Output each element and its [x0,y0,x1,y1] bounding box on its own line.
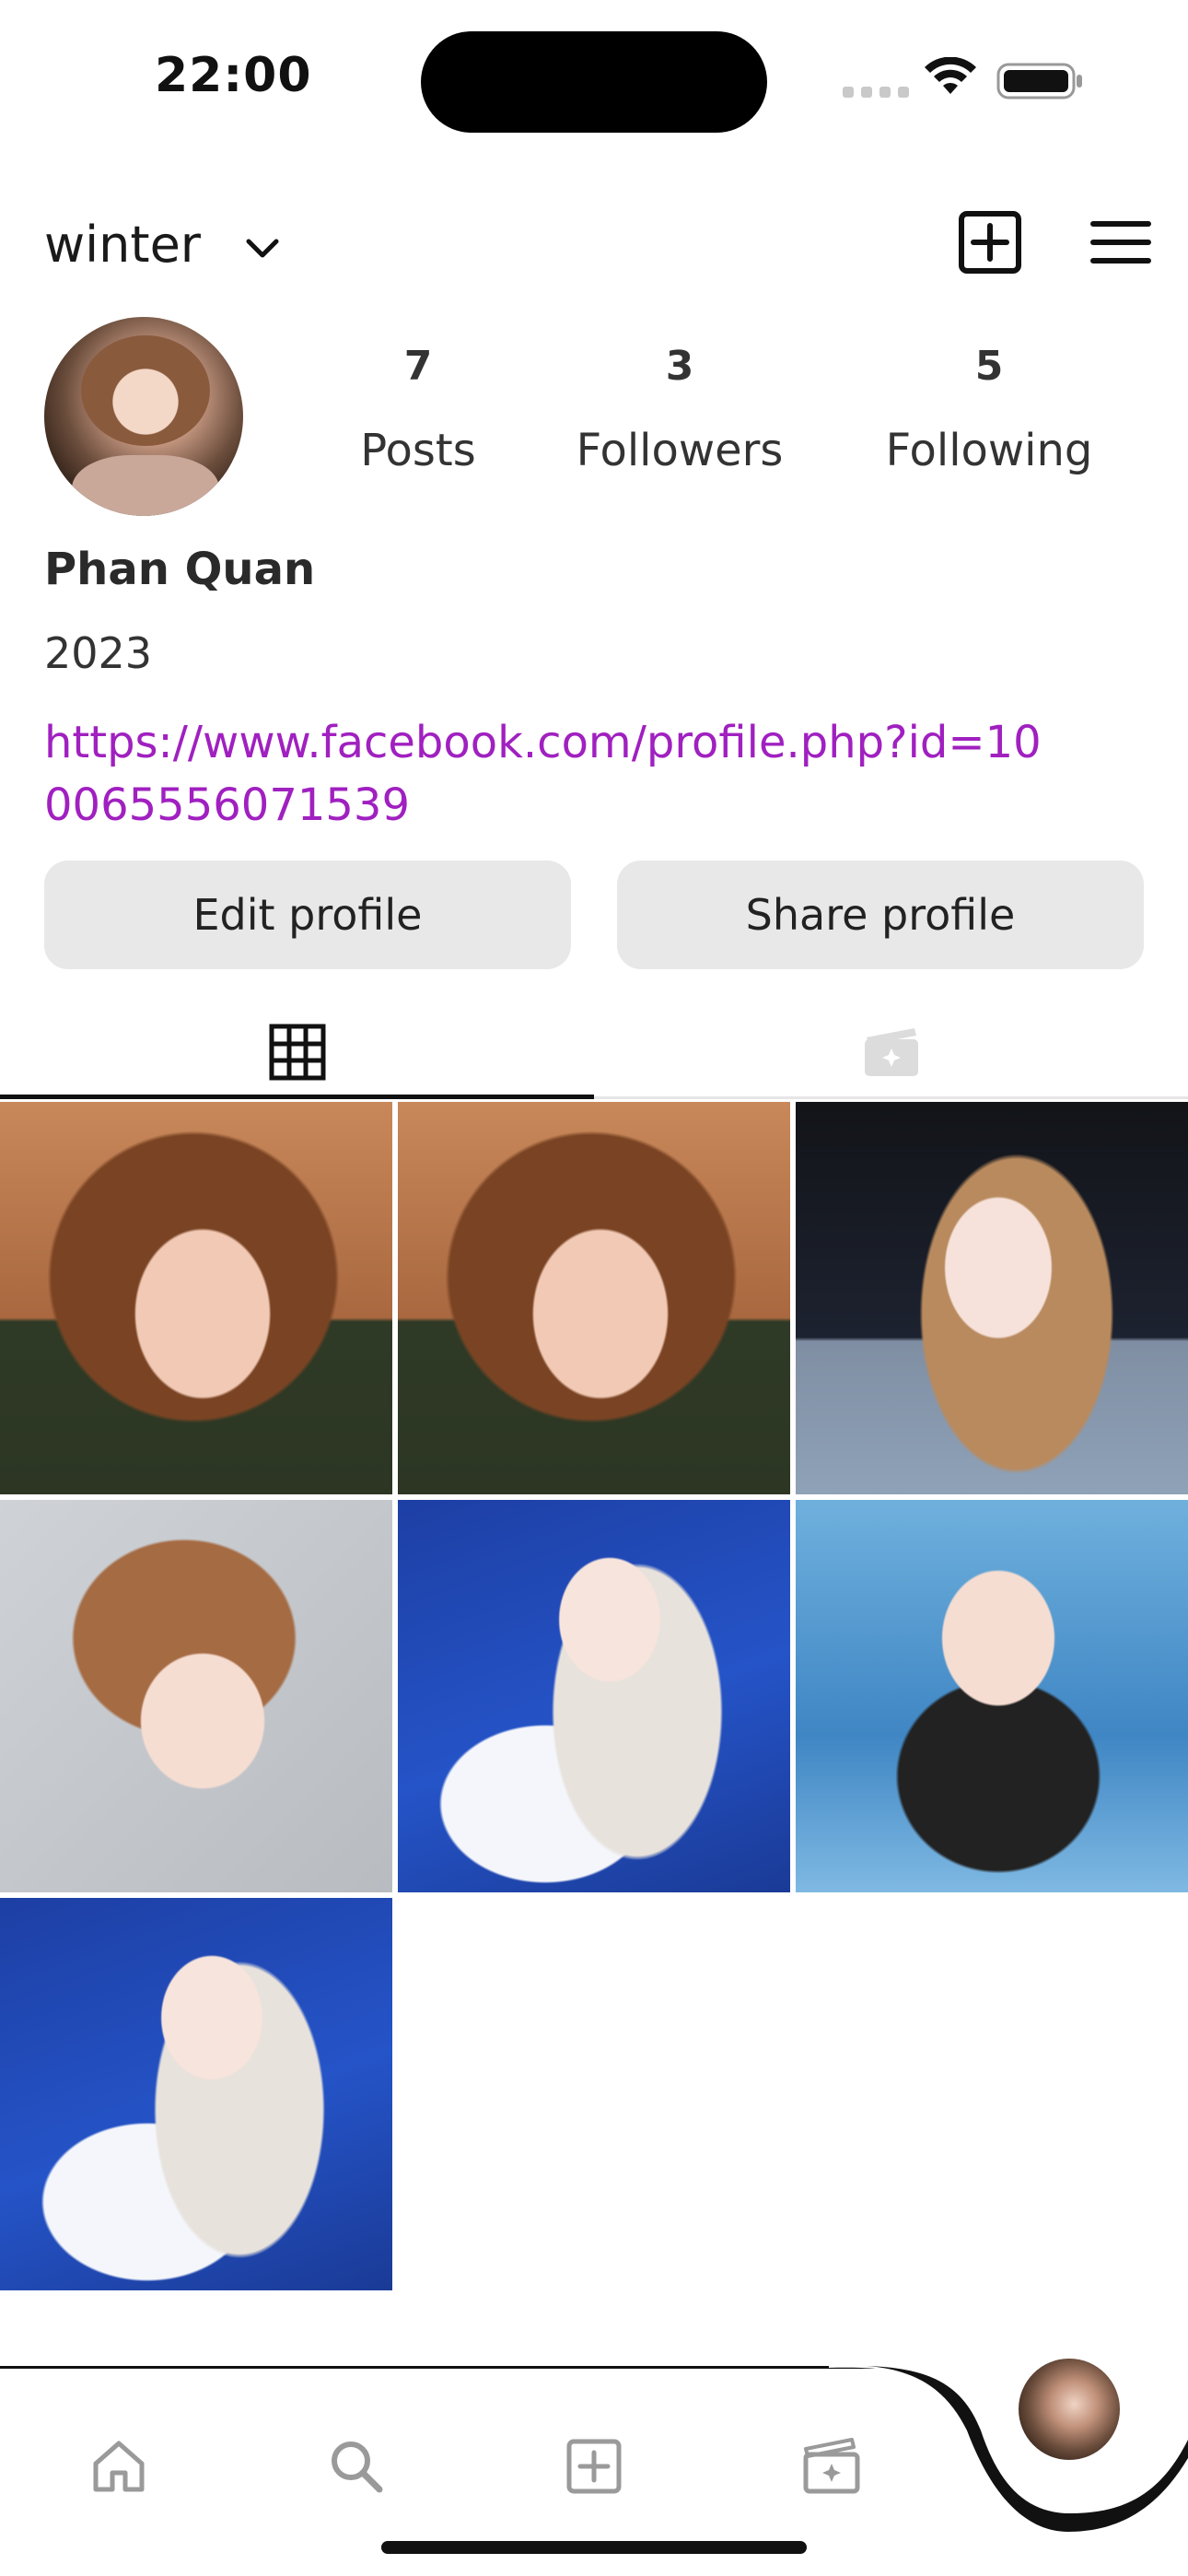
following-stat[interactable]: 5 Following [869,343,1109,476]
active-tab-indicator [0,1095,594,1099]
battery-icon [996,63,1082,100]
display-name: Phan Quan [44,544,316,595]
tab-posts-grid[interactable] [0,1004,594,1100]
new-post-button[interactable] [958,210,1022,275]
add-post-icon[interactable] [564,2436,624,2497]
home-indicator [381,2541,807,2554]
reels-icon [864,1028,918,1076]
tab-divider [594,1096,1188,1099]
following-label: Following [885,425,1093,476]
bio-link[interactable]: https://www.facebook.com/profile.php?id=… [44,711,1057,837]
tab-reels[interactable] [594,1004,1188,1100]
profile-avatar-icon [1019,2359,1120,2460]
grid-icon [269,1024,325,1081]
followers-count: 3 [665,343,694,390]
post-thumbnail[interactable] [796,1102,1188,1494]
cellular-signal-icon [843,87,909,98]
nav-divider [0,2366,884,2369]
status-time: 22:00 [155,48,312,103]
reels-icon[interactable] [801,2436,862,2497]
chevron-down-icon[interactable] [241,227,284,269]
share-profile-button[interactable]: Share profile [617,861,1144,969]
followers-stat[interactable]: 3 Followers [560,343,799,476]
post-thumbnail[interactable] [0,1898,392,2290]
posts-stat: 7 Posts [298,343,538,476]
bio-text: 2023 [44,628,153,678]
posts-count: 7 [403,343,433,390]
home-icon[interactable] [88,2436,149,2497]
post-thumbnail[interactable] [398,1500,790,1892]
dynamic-island [421,31,767,133]
account-username[interactable]: winter [44,216,201,274]
profile-header: winter [0,193,1188,295]
posts-label: Posts [360,425,476,476]
post-thumbnail[interactable] [0,1500,392,1892]
status-bar: 22:00 [0,0,1188,157]
post-thumbnail[interactable] [398,1102,790,1494]
nav-profile-button[interactable] [1000,2340,1138,2478]
profile-avatar[interactable] [44,317,243,516]
post-thumbnail[interactable] [796,1500,1188,1892]
wifi-icon [925,57,976,94]
post-thumbnail[interactable] [0,1102,392,1494]
menu-icon[interactable] [1090,219,1151,265]
search-icon[interactable] [326,2436,387,2497]
following-count: 5 [974,343,1004,390]
followers-label: Followers [576,425,784,476]
edit-profile-button[interactable]: Edit profile [44,861,571,969]
